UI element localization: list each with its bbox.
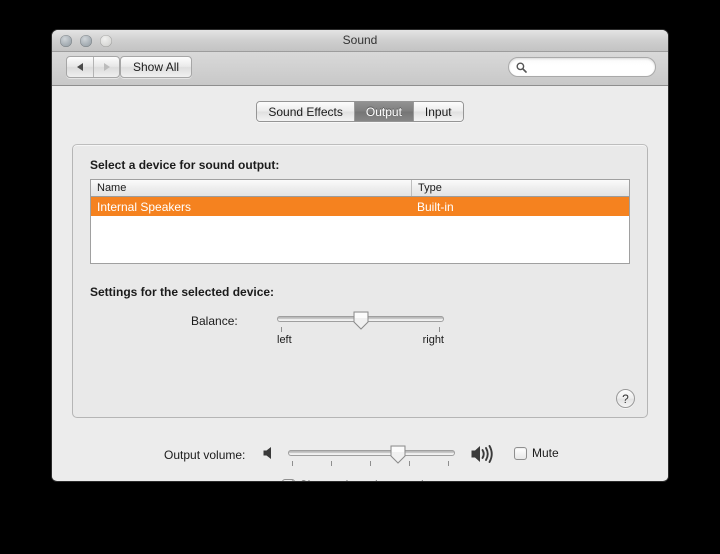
output-volume-row: Output volume: Mute — [52, 442, 668, 472]
tab-input[interactable]: Input — [412, 102, 463, 121]
output-volume-track[interactable] — [288, 450, 455, 456]
help-button[interactable]: ? — [616, 389, 635, 408]
search-input[interactable] — [531, 61, 641, 73]
tab-input-label: Input — [424, 104, 452, 119]
output-settings-panel: Select a device for sound output: Name T… — [72, 144, 648, 418]
tab-sound-effects-label: Sound Effects — [268, 104, 343, 119]
balance-label: Balance: — [191, 314, 238, 328]
settings-section-label: Settings for the selected device: — [90, 285, 275, 299]
output-volume-label: Output volume: — [164, 448, 246, 462]
output-device-table[interactable]: Name Type Internal Speakers Built-in — [90, 179, 630, 264]
tick-right — [439, 327, 440, 332]
device-name-cell: Internal Speakers — [97, 199, 192, 214]
output-volume-ticks — [288, 461, 455, 467]
mute-checkbox[interactable] — [514, 446, 527, 460]
show-all-button[interactable]: Show All — [120, 56, 193, 78]
forward-button[interactable] — [93, 57, 119, 77]
column-header-name[interactable]: Name — [91, 180, 411, 196]
mute-label: Mute — [532, 446, 559, 460]
search-icon — [516, 62, 527, 73]
tick-left — [281, 327, 282, 332]
show-all-label: Show All — [133, 60, 180, 74]
back-arrow-icon — [77, 63, 83, 71]
speaker-loud-icon — [470, 442, 498, 471]
device-list-label: Select a device for sound output: — [90, 158, 280, 172]
show-volume-checkbox-group[interactable]: Show volume in menu bar — [52, 478, 668, 481]
speaker-quiet-icon — [262, 445, 278, 466]
show-volume-checkbox[interactable] — [281, 478, 295, 481]
title-bar: Sound — [52, 30, 668, 52]
preference-pane-body: Sound Effects Output Input Select a devi… — [52, 86, 668, 481]
table-row[interactable]: Internal Speakers Built-in — [91, 197, 629, 216]
tick-3 — [409, 461, 410, 466]
mute-checkbox-group[interactable]: Mute — [514, 446, 559, 460]
column-header-type[interactable]: Type — [411, 180, 629, 196]
toolbar: Show All — [52, 52, 668, 86]
tick-4 — [448, 461, 449, 466]
show-volume-label: Show volume in menu bar — [300, 478, 439, 481]
tab-bar: Sound Effects Output Input — [52, 101, 668, 122]
sound-preferences-window: Sound Show All Sound Effects Output Inpu… — [52, 30, 668, 481]
table-header-row: Name Type — [91, 180, 629, 197]
balance-slider-ticks — [277, 327, 444, 333]
help-label: ? — [622, 391, 629, 406]
navigation-buttons — [66, 56, 120, 78]
checkmark-icon — [290, 480, 294, 481]
tick-0 — [292, 461, 293, 466]
tab-output[interactable]: Output — [353, 102, 413, 121]
tab-output-label: Output — [365, 104, 402, 119]
search-field[interactable] — [508, 57, 656, 77]
tick-1 — [331, 461, 332, 466]
window-title: Sound — [342, 33, 378, 47]
forward-arrow-icon — [103, 63, 110, 71]
device-type-cell: Built-in — [417, 199, 454, 214]
tick-2 — [370, 461, 371, 466]
tab-sound-effects[interactable]: Sound Effects — [257, 102, 354, 121]
balance-right-label: right — [422, 334, 444, 346]
back-button[interactable] — [67, 57, 93, 77]
balance-left-label: left — [277, 334, 292, 346]
balance-control-row: Balance: left right — [73, 308, 647, 348]
